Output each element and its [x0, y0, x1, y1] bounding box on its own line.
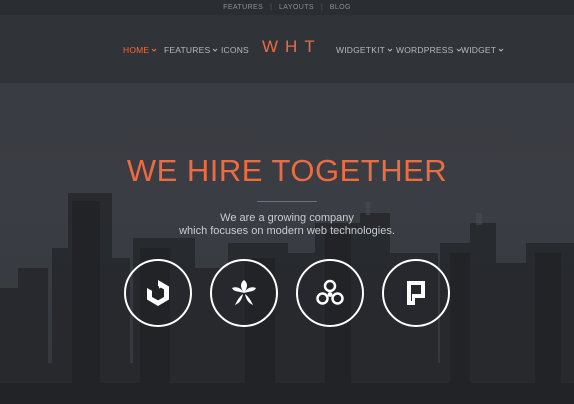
nav-item-icons[interactable]: ICONS: [221, 45, 249, 55]
uikit-logo-icon: [147, 280, 169, 306]
bamboo-leaf-icon: [232, 280, 256, 305]
chevron-down-icon: [498, 47, 504, 53]
city-skyline-background: [0, 193, 574, 404]
nav-label-features: FEATURES: [164, 45, 211, 55]
top-utility-bar: FEATURES | LAYOUTS | BLOG: [0, 0, 574, 15]
hero-subtitle-line1: We are a growing company: [220, 212, 354, 224]
chevron-down-icon: [212, 47, 218, 53]
nav-item-widget[interactable]: WIDGET: [461, 45, 504, 55]
molecule-icon-button[interactable]: [296, 259, 364, 327]
chevron-down-icon: [387, 47, 393, 53]
topbar-link-blog[interactable]: BLOG: [323, 4, 358, 11]
topbar-link-features[interactable]: FEATURES: [216, 4, 270, 11]
nav-label-home: HOME: [123, 45, 150, 55]
nav-item-features[interactable]: FEATURES: [164, 45, 218, 55]
nav-item-wordpress[interactable]: WORDPRESS: [396, 45, 462, 55]
uikit-logo-icon-button[interactable]: [124, 259, 192, 327]
nav-item-home[interactable]: HOME: [123, 45, 157, 55]
hero-subtitle-line2: which focuses on modern web technologies…: [179, 225, 395, 237]
hero-divider: [257, 201, 317, 202]
page-document-icon: [407, 281, 425, 305]
bamboo-leaf-icon-button[interactable]: [210, 259, 278, 327]
nav-label-wordpress: WORDPRESS: [396, 45, 454, 55]
page-document-icon-button[interactable]: [382, 259, 450, 327]
hero-section: WE HIRE TOGETHER We are a growing compan…: [0, 83, 574, 404]
molecule-icon: [316, 279, 344, 305]
topbar-link-layouts[interactable]: LAYOUTS: [272, 4, 321, 11]
site-logo[interactable]: WHT: [262, 37, 322, 57]
nav-label-icons: ICONS: [221, 45, 249, 55]
main-navbar: HOME FEATURES ICONS WHT WIDGETKIT WORDPR…: [0, 15, 574, 83]
nav-label-widget: WIDGET: [461, 45, 497, 55]
nav-label-widgetkit: WIDGETKIT: [336, 45, 386, 55]
hero-headline: WE HIRE TOGETHER: [126, 153, 448, 188]
nav-item-widgetkit[interactable]: WIDGETKIT: [336, 45, 393, 55]
chevron-down-icon: [151, 47, 157, 53]
